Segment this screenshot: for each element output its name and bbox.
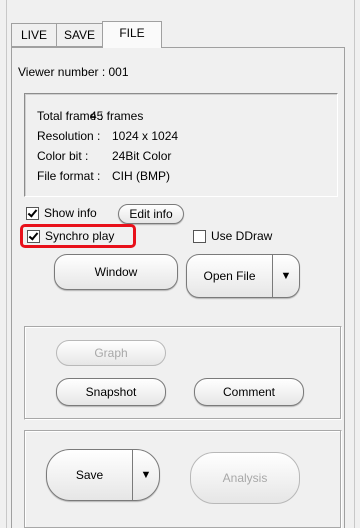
triangle-down-icon[interactable]: ▼ xyxy=(133,469,159,481)
comment-button[interactable]: Comment xyxy=(194,378,304,406)
edit-info-button[interactable]: Edit info xyxy=(118,204,184,224)
open-file-button[interactable]: Open File ▼ xyxy=(186,254,300,298)
show-info-checkbox[interactable]: Show info xyxy=(26,206,97,220)
tab-save[interactable]: SAVE xyxy=(56,23,103,47)
window-button[interactable]: Window xyxy=(54,254,178,290)
analysis-button[interactable]: Analysis xyxy=(190,452,300,504)
use-ddraw-label: Use DDraw xyxy=(211,229,273,243)
checkmark-icon xyxy=(26,206,39,220)
color-bit-key: Color bit : xyxy=(37,149,89,163)
open-file-label: Open File xyxy=(203,269,256,283)
color-bit-value: 24Bit Color xyxy=(112,149,172,163)
snapshot-button[interactable]: Snapshot xyxy=(56,378,166,406)
synchro-play-highlight xyxy=(20,224,136,248)
tab-file[interactable]: FILE xyxy=(102,21,162,48)
triangle-down-icon[interactable]: ▼ xyxy=(273,270,299,282)
graph-button[interactable]: Graph xyxy=(56,340,166,366)
save-button[interactable]: Save ▼ xyxy=(46,449,160,501)
use-ddraw-checkbox[interactable]: Use DDraw xyxy=(193,229,272,243)
file-format-key: File format : xyxy=(37,169,101,183)
total-frame-value: 45 frames xyxy=(90,109,144,123)
viewer-number-label: Viewer number : 001 xyxy=(18,65,129,79)
save-label: Save xyxy=(75,468,104,482)
resolution-key: Resolution : xyxy=(37,129,101,143)
file-info-box: Total frame : 45 frames Resolution : 102… xyxy=(24,93,338,197)
tab-live[interactable]: LIVE xyxy=(11,23,57,47)
show-info-label: Show info xyxy=(44,206,97,220)
checkbox-box xyxy=(193,229,206,243)
file-format-value: CIH (BMP) xyxy=(112,169,170,183)
resolution-value: 1024 x 1024 xyxy=(112,129,179,143)
